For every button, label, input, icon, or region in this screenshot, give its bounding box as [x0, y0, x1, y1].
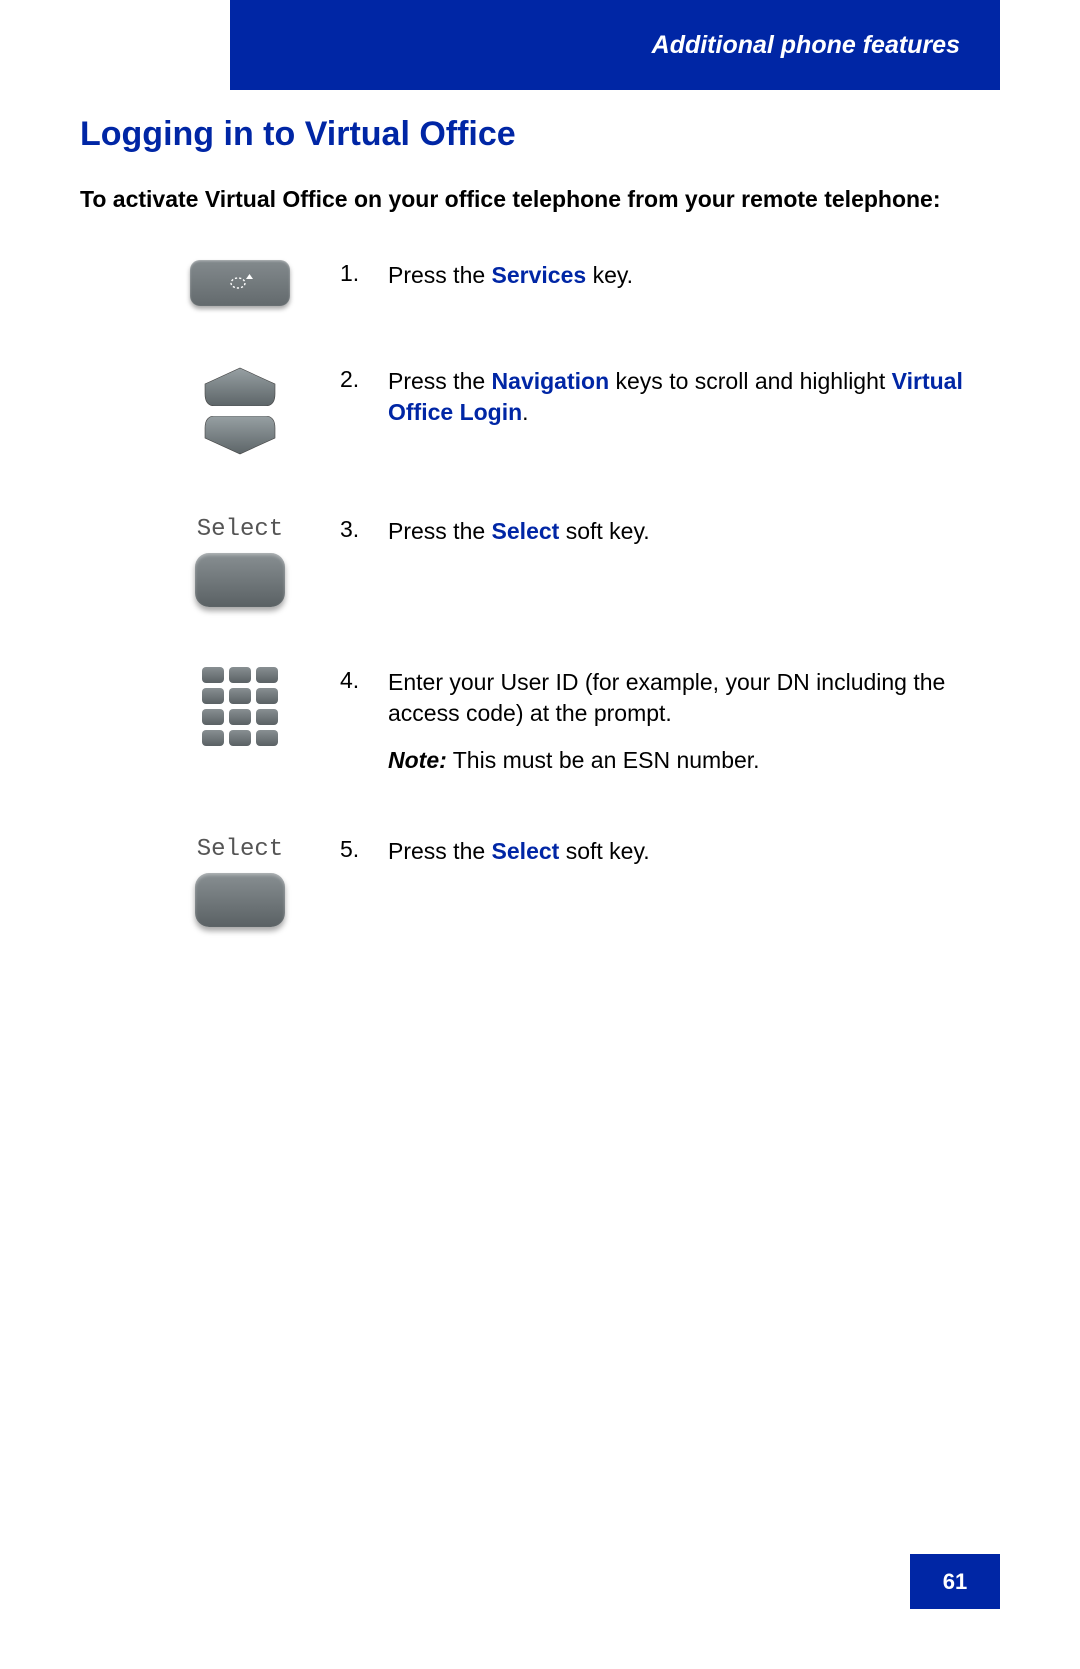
plain-text: soft key. — [559, 838, 649, 864]
plain-text: Press the — [388, 838, 492, 864]
keypad-icon — [202, 667, 278, 746]
step-number: 1. — [340, 260, 388, 287]
keypad-key — [256, 730, 278, 746]
step-number: 3. — [340, 516, 388, 543]
step-row: 2. Press the Navigation keys to scroll a… — [80, 366, 1000, 456]
note-label: Note: — [388, 747, 447, 773]
step-number: 4. — [340, 667, 388, 694]
plain-text: . — [522, 399, 528, 425]
chapter-title: Additional phone features — [652, 31, 960, 60]
note-text: This must be an ESN number. — [447, 747, 760, 773]
keypad-key — [202, 709, 224, 725]
keyword-text: Navigation — [492, 368, 610, 394]
keyword-text: Select — [492, 518, 560, 544]
keypad-key — [202, 667, 224, 683]
soft-button-icon — [195, 553, 285, 607]
keyword-text: Services — [492, 262, 587, 288]
plain-text: Press the — [388, 368, 492, 394]
page-number: 61 — [910, 1554, 1000, 1609]
plain-text: key. — [586, 262, 633, 288]
select-softkey-icon: Select — [195, 836, 285, 927]
step-row: Select 5. Press the Select soft key. — [80, 836, 1000, 927]
soft-button-icon — [195, 873, 285, 927]
select-label: Select — [197, 836, 283, 863]
step-text: Press the Select soft key. — [388, 836, 1000, 867]
step-icon — [80, 667, 340, 746]
keypad-key — [256, 688, 278, 704]
select-label: Select — [197, 516, 283, 543]
step-note: Note: This must be an ESN number. — [388, 745, 1000, 776]
step-icon: Select — [80, 836, 340, 927]
plain-text: soft key. — [559, 518, 649, 544]
keypad-key — [256, 709, 278, 725]
step-text: Enter your User ID (for example, your DN… — [388, 667, 1000, 776]
step-text: Press the Select soft key. — [388, 516, 1000, 547]
keypad-key — [256, 667, 278, 683]
page-title: Logging in to Virtual Office — [80, 115, 1000, 154]
intro-text: To activate Virtual Office on your offic… — [80, 184, 1000, 215]
step-icon — [80, 366, 340, 456]
steps-list: 1. Press the Services key. — [80, 260, 1000, 927]
step-number: 5. — [340, 836, 388, 863]
plain-text: Press the — [388, 518, 492, 544]
step-text: Press the Navigation keys to scroll and … — [388, 366, 1000, 428]
step-row: 4. Enter your User ID (for example, your… — [80, 667, 1000, 776]
keypad-key — [202, 688, 224, 704]
keypad-key — [229, 667, 251, 683]
navigation-keys-icon — [201, 366, 279, 456]
plain-text: Enter your User ID (for example, your DN… — [388, 669, 945, 726]
header-band: Additional phone features — [230, 0, 1000, 90]
nav-up-icon — [201, 366, 279, 406]
step-row: Select 3. Press the Select soft key. — [80, 516, 1000, 607]
plain-text: Press the — [388, 262, 492, 288]
step-icon — [80, 260, 340, 306]
step-icon: Select — [80, 516, 340, 607]
keyword-text: Select — [492, 838, 560, 864]
step-number: 2. — [340, 366, 388, 393]
page-content: Logging in to Virtual Office To activate… — [80, 115, 1000, 927]
step-text: Press the Services key. — [388, 260, 1000, 291]
plain-text: keys to scroll and highlight — [609, 368, 892, 394]
keypad-key — [202, 730, 224, 746]
select-softkey-icon: Select — [195, 516, 285, 607]
keypad-key — [229, 709, 251, 725]
keypad-key — [229, 688, 251, 704]
services-key-icon — [190, 260, 290, 306]
step-row: 1. Press the Services key. — [80, 260, 1000, 306]
keypad-key — [229, 730, 251, 746]
nav-down-icon — [201, 416, 279, 456]
